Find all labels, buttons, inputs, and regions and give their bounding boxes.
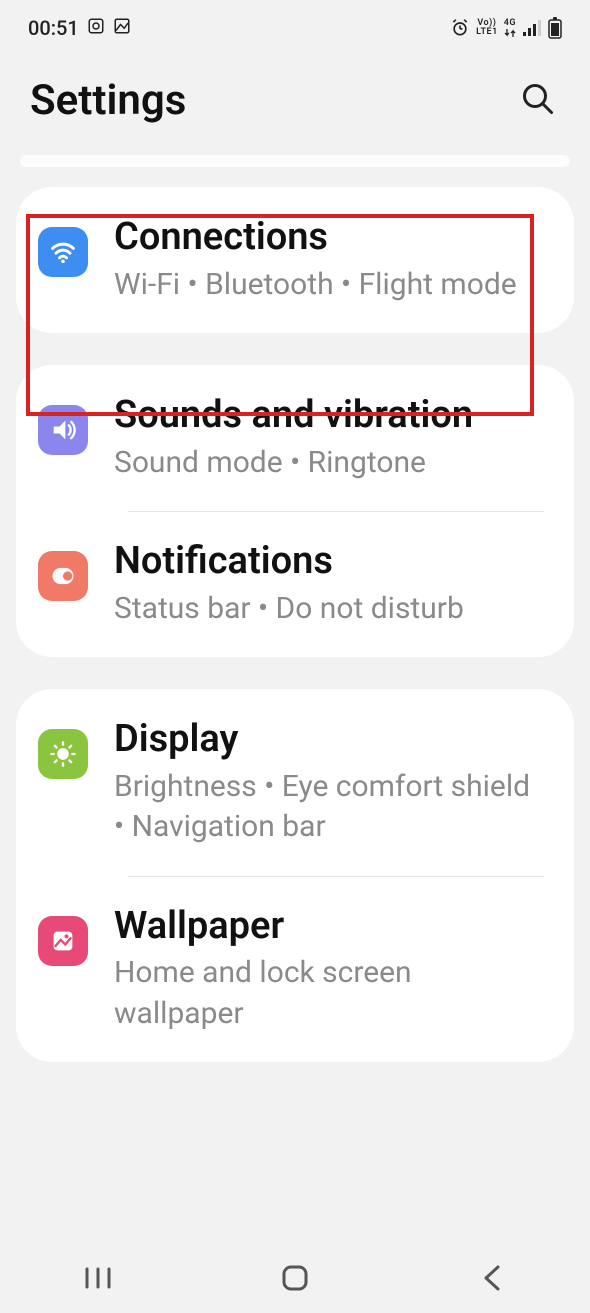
home-icon	[280, 1263, 310, 1293]
item-text: Notifications Status bar • Do not distur…	[114, 539, 544, 629]
image-icon	[113, 16, 131, 40]
item-title: Sounds and vibration	[114, 393, 544, 439]
display-icon	[38, 729, 88, 779]
settings-item-sounds[interactable]: Sounds and vibration Sound mode • Ringto…	[16, 365, 574, 511]
item-text: Display Brightness • Eye comfort shield …	[114, 717, 544, 848]
page-header: Settings	[0, 56, 590, 155]
item-text: Connections Wi-Fi • Bluetooth • Flight m…	[114, 215, 544, 305]
item-subtitle: Home and lock screen wallpaper	[114, 953, 544, 1034]
alarm-icon	[450, 18, 470, 38]
search-button[interactable]	[516, 77, 560, 124]
item-title: Display	[114, 717, 544, 763]
settings-group-sound: Sounds and vibration Sound mode • Ringto…	[16, 365, 574, 657]
notifications-icon	[38, 551, 88, 601]
signal-icon	[522, 20, 542, 36]
nav-back-button[interactable]	[462, 1263, 522, 1293]
settings-group-connections: Connections Wi-Fi • Bluetooth • Flight m…	[16, 187, 574, 333]
item-subtitle: Sound mode • Ringtone	[114, 443, 544, 484]
item-text: Wallpaper Home and lock screen wallpaper	[114, 904, 544, 1035]
settings-item-display[interactable]: Display Brightness • Eye comfort shield …	[16, 689, 574, 876]
status-bar: 00:51 Vo))LTE1 4G	[0, 0, 590, 56]
data-indicator: 4G	[504, 19, 516, 38]
nav-recents-button[interactable]	[68, 1266, 128, 1290]
settings-item-notifications[interactable]: Notifications Status bar • Do not distur…	[16, 511, 574, 657]
settings-item-wallpaper[interactable]: Wallpaper Home and lock screen wallpaper	[16, 876, 574, 1063]
recents-icon	[83, 1266, 113, 1290]
navigation-bar	[0, 1243, 590, 1313]
sound-icon	[38, 405, 88, 455]
volte-indicator: Vo))LTE1	[476, 19, 498, 37]
battery-icon	[548, 17, 562, 39]
item-subtitle: Status bar • Do not disturb	[114, 589, 544, 630]
status-time: 00:51	[28, 16, 79, 40]
page-title: Settings	[30, 76, 186, 125]
settings-item-connections[interactable]: Connections Wi-Fi • Bluetooth • Flight m…	[16, 187, 574, 333]
clock-icon	[87, 16, 105, 40]
status-right: Vo))LTE1 4G	[450, 17, 562, 39]
item-text: Sounds and vibration Sound mode • Ringto…	[114, 393, 544, 483]
status-left: 00:51	[28, 16, 131, 40]
item-subtitle: Brightness • Eye comfort shield • Naviga…	[114, 767, 544, 848]
wifi-icon	[38, 227, 88, 277]
top-divider	[20, 155, 570, 167]
search-icon	[520, 81, 556, 117]
wallpaper-icon	[38, 916, 88, 966]
back-icon	[480, 1263, 504, 1293]
item-title: Connections	[114, 215, 544, 261]
nav-home-button[interactable]	[265, 1263, 325, 1293]
settings-group-display: Display Brightness • Eye comfort shield …	[16, 689, 574, 1062]
item-title: Notifications	[114, 539, 544, 585]
item-title: Wallpaper	[114, 904, 544, 950]
item-subtitle: Wi-Fi • Bluetooth • Flight mode	[114, 265, 544, 306]
